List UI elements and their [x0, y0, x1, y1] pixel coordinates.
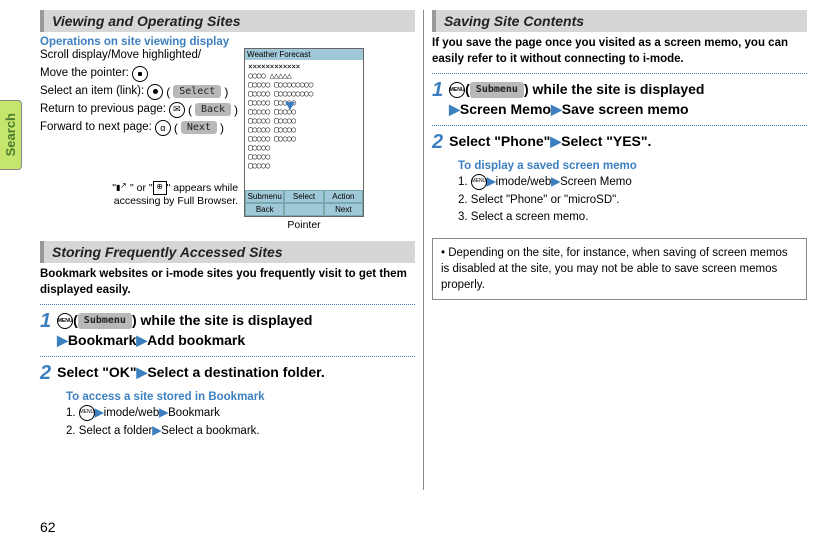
- forward-next-label: Forward to next page:: [40, 120, 152, 136]
- pointer-caption: Pointer: [244, 219, 364, 231]
- step-number-1: 1: [40, 311, 51, 350]
- left-column: Viewing and Operating Sites Operations o…: [40, 10, 415, 490]
- step-number-2: 2: [40, 363, 51, 383]
- access-bookmark-steps: 1. MENU▶imode/web▶Bookmark 2. Select a f…: [66, 405, 415, 440]
- section-viewing-title: Viewing and Operating Sites: [40, 10, 415, 32]
- menu-button-icon: MENU: [57, 313, 73, 329]
- full-browser-note: "" or "⊕" appears while accessing by Ful…: [40, 181, 238, 209]
- mail-button-icon: [169, 102, 185, 118]
- pointer-arrow-icon: [285, 102, 295, 110]
- submenu-softkey: Submenu: [78, 313, 132, 329]
- section-storing-title: Storing Frequently Accessed Sites: [40, 241, 415, 263]
- column-divider: [423, 10, 424, 490]
- section-saving-title: Saving Site Contents: [432, 10, 807, 32]
- move-pointer-label: Move the pointer:: [40, 66, 129, 82]
- storing-step-2: 2 Select "OK"▶Select a destination folde…: [40, 363, 415, 383]
- storing-intro: Bookmark websites or i-mode sites you fr…: [40, 267, 415, 298]
- storing-step-1: 1 MENU(Submenu) while the site is displa…: [40, 311, 415, 350]
- display-saved-title: To display a saved screen memo: [458, 160, 807, 172]
- globe-box-icon: ⊕: [153, 181, 167, 195]
- select-item-label: Select an item (link):: [40, 84, 144, 100]
- scroll-move-text: Scroll display/Move highlighted/: [40, 48, 238, 64]
- saving-step-2: 2 Select "Phone"▶Select "YES".: [432, 132, 807, 152]
- next-softkey: Next: [181, 121, 217, 134]
- phone-softkey-row: Submenu Select Action: [245, 190, 363, 203]
- operations-figure-row: Scroll display/Move highlighted/ Move th…: [40, 48, 415, 231]
- phone-screen-title: Weather Forecast: [245, 49, 363, 60]
- operations-text-block: Scroll display/Move highlighted/ Move th…: [40, 48, 238, 231]
- menu-button-icon-3: MENU: [471, 174, 487, 190]
- menu-button-icon-2: MENU: [449, 82, 465, 98]
- saving-note-text: Depending on the site, for instance, whe…: [441, 247, 788, 291]
- page-number: 62: [40, 519, 56, 535]
- page-columns: Viewing and Operating Sites Operations o…: [40, 10, 807, 490]
- center-button-icon: [147, 84, 163, 100]
- nav-pad-icon: [132, 66, 148, 82]
- right-column: Saving Site Contents If you save the pag…: [432, 10, 807, 490]
- access-bookmark-title: To access a site stored in Bookmark: [66, 391, 415, 403]
- back-softkey: Back: [195, 103, 231, 116]
- saving-note-box: • Depending on the site, for instance, w…: [432, 238, 807, 300]
- phone-screenshot: Weather Forecast ×××××××××××× ○○○○ △△△△△…: [244, 48, 364, 231]
- side-tab: Search: [0, 100, 22, 170]
- return-prev-label: Return to previous page:: [40, 102, 166, 118]
- select-softkey: Select: [173, 85, 221, 98]
- saving-step-1: 1 MENU(Submenu) while the site is displa…: [432, 80, 807, 119]
- side-tab-label: Search: [3, 113, 18, 156]
- phone-screen-body: ×××××××××××× ○○○○ △△△△△ ▢○○○○ ▢○○○○○○○○ …: [245, 60, 363, 190]
- display-saved-steps: 1. MENU▶imode/web▶Screen Memo 2. Select …: [458, 174, 807, 226]
- antenna-icon: [116, 182, 130, 194]
- submenu-softkey-2: Submenu: [470, 82, 524, 98]
- menu-button-icon-small: MENU: [79, 405, 95, 421]
- operations-subtitle: Operations on site viewing display: [40, 36, 415, 48]
- saving-intro: If you save the page once you visited as…: [432, 36, 807, 67]
- alpha-button-icon: [155, 120, 171, 136]
